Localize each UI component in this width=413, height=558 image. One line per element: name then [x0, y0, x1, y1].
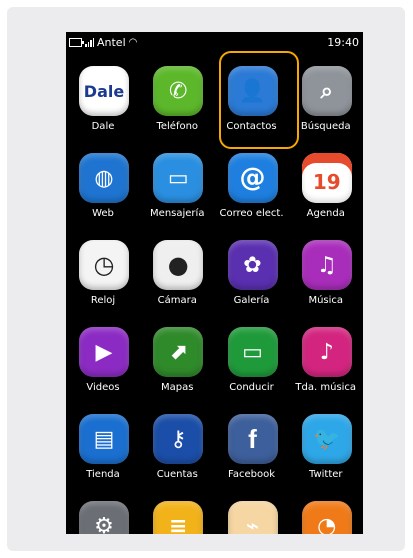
message-icon: ▭ — [153, 153, 204, 203]
globe-icon: ◍ — [79, 153, 129, 203]
app-label: Conducir — [229, 382, 274, 393]
camera-icon: ● — [153, 240, 204, 290]
twitter-icon: 🐦 — [301, 414, 352, 464]
video-icon: ▶ — [79, 327, 129, 377]
maps-icon: ⬈ — [153, 327, 204, 377]
app-conducir[interactable]: ▭ Conducir — [215, 315, 289, 397]
app-label: Videos — [86, 382, 120, 393]
app-label: Facebook — [228, 469, 275, 480]
status-bar: Antel ◠ 19:40 — [66, 32, 363, 54]
settings-icon: ⚙ — [79, 501, 129, 534]
app-teléfono[interactable]: ✆ Teléfono — [140, 54, 214, 136]
app-label: Tienda — [86, 469, 120, 480]
phone-icon: ✆ — [153, 66, 204, 116]
app-label: Cuentas — [156, 469, 198, 480]
app-mapas[interactable]: ⬈ Mapas — [140, 315, 214, 397]
app-tienda[interactable]: ▤ Tienda — [66, 402, 140, 484]
music-store-icon: ♪ — [301, 327, 352, 377]
email-icon: @ — [227, 153, 278, 203]
attachment-icon: ⌁ — [227, 501, 278, 534]
app-web[interactable]: ◍ Web — [66, 141, 140, 223]
app-label: Mapas — [161, 382, 194, 393]
app-búsqueda[interactable]: ⌕ Búsqueda — [289, 54, 363, 136]
app-partial-21[interactable]: ≡ — [140, 489, 214, 534]
app-correo-elect[interactable]: @ Correo elect. — [215, 141, 289, 223]
carrier-name: Antel — [97, 36, 126, 49]
gallery-icon: ✿ — [227, 240, 278, 290]
app-galería[interactable]: ✿ Galería — [215, 228, 289, 310]
selection-highlight — [219, 51, 299, 149]
app-label: Música — [308, 295, 344, 306]
app-label: Dale — [91, 121, 115, 132]
app-música[interactable]: ♫ Música — [289, 228, 363, 310]
app-facebook[interactable]: f Facebook — [215, 402, 289, 484]
app-cuentas[interactable]: ⚷ Cuentas — [140, 402, 214, 484]
facebook-icon: f — [227, 414, 278, 464]
music-icon: ♫ — [301, 240, 352, 290]
app-label: Agenda — [306, 208, 345, 219]
app-twitter[interactable]: 🐦 Twitter — [289, 402, 363, 484]
app-label: Cámara — [157, 295, 197, 306]
app-partial-22[interactable]: ⌁ — [215, 489, 289, 534]
accounts-icon: ⚷ — [153, 414, 204, 464]
app-label: Tda. música — [295, 382, 357, 393]
rss-icon: ◔ — [301, 501, 352, 534]
store-icon: ▤ — [79, 414, 129, 464]
battery-icon — [69, 38, 84, 47]
app-label: Teléfono — [156, 121, 199, 132]
app-mensajería[interactable]: ▭ Mensajería — [140, 141, 214, 223]
app-agenda[interactable]: 19 Agenda — [289, 141, 363, 223]
phone-home-screen: Antel ◠ 19:40 Dale Dale ✆ Teléfono 👤 Contacto… — [66, 32, 363, 534]
search-icon: ⌕ — [301, 66, 352, 116]
wifi-icon: ◠ — [128, 37, 138, 48]
app-label: Mensajería — [150, 208, 205, 219]
app-label: Correo elect. — [219, 208, 284, 219]
app-dale[interactable]: Dale Dale — [66, 54, 140, 136]
drive-icon: ▭ — [227, 327, 278, 377]
app-label: Twitter — [308, 469, 343, 480]
app-label: Web — [92, 208, 114, 219]
app-videos[interactable]: ▶ Videos — [66, 315, 140, 397]
clock-time: 19:40 — [327, 36, 359, 49]
app-label: Galería — [233, 295, 270, 306]
dale-icon: Dale — [79, 66, 129, 116]
app-partial-23[interactable]: ◔ — [289, 489, 363, 534]
signal-icon — [85, 38, 94, 47]
app-tda-música[interactable]: ♪ Tda. música — [289, 315, 363, 397]
app-reloj[interactable]: ◷ Reloj — [66, 228, 140, 310]
app-cámara[interactable]: ● Cámara — [140, 228, 214, 310]
clock-icon: ◷ — [79, 240, 129, 290]
status-left: Antel ◠ — [69, 36, 137, 49]
app-partial-20[interactable]: ⚙ — [66, 489, 140, 534]
calendar-icon: 19 — [301, 153, 352, 203]
notes-icon: ≡ — [153, 501, 204, 534]
app-label: Reloj — [90, 295, 116, 306]
